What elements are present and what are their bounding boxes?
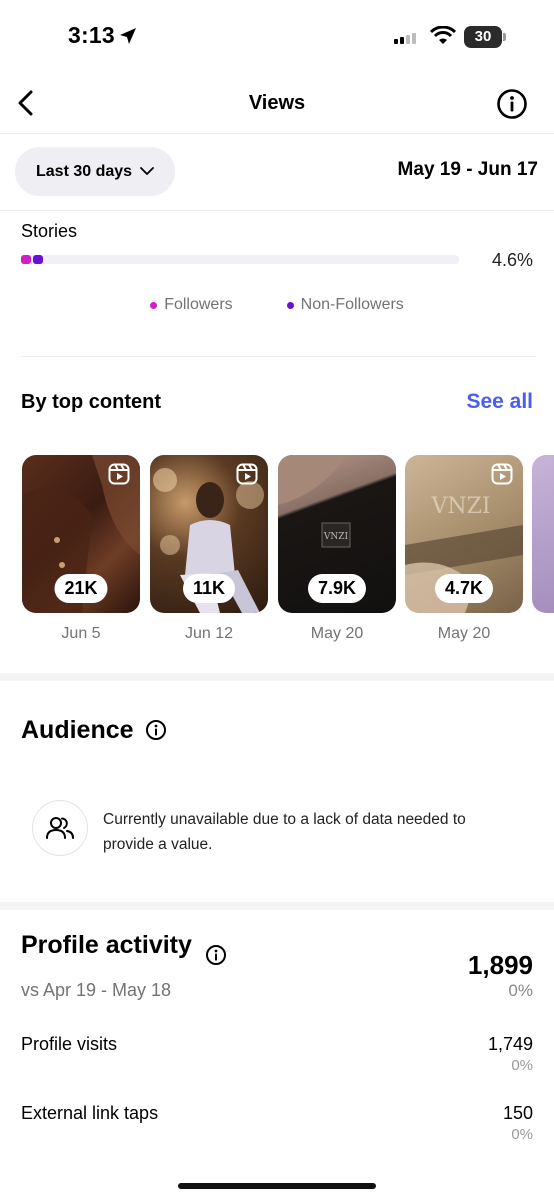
info-icon[interactable]	[205, 944, 227, 971]
date-range-dropdown[interactable]: Last 30 days	[15, 147, 175, 196]
home-indicator	[178, 1183, 376, 1189]
audience-unavailable-message: Currently unavailable due to a lack of d…	[103, 811, 466, 853]
section-separator	[0, 673, 554, 681]
followers-bar-segment	[21, 255, 31, 264]
battery-icon: 30	[464, 26, 502, 48]
stories-percent: 4.6%	[491, 250, 533, 270]
stories-bar	[21, 255, 459, 264]
metric-change-external-link-taps: 0%	[511, 1126, 533, 1143]
status-time: 3:13	[68, 22, 115, 48]
metric-value-profile-visits: 1,749	[487, 1034, 533, 1054]
legend-followers: Followers	[150, 296, 233, 314]
legend-non-followers-label: Non-Followers	[300, 296, 404, 313]
followers-dot	[150, 301, 158, 309]
non-followers-bar-segment	[32, 255, 44, 264]
content-date: Jun 5	[61, 625, 101, 642]
profile-activity-title: Profile activity	[21, 931, 192, 959]
legend: Followers Non-Followers	[0, 296, 554, 314]
date-range-label: Last 30 days	[36, 162, 133, 180]
nav-bar: Views	[0, 70, 554, 134]
views-badge: 4.7K	[434, 574, 494, 603]
views-badge: 21K	[54, 574, 108, 603]
see-all-link[interactable]: See all	[466, 390, 533, 414]
profile-activity-change: 0%	[508, 981, 533, 1000]
profile-activity-total: 1,899	[467, 950, 533, 980]
wifi-icon	[429, 25, 457, 51]
metric-label-external-link-taps: External link taps	[21, 1103, 159, 1123]
top-content-title: By top content	[21, 391, 161, 413]
content-date: May 20	[437, 625, 491, 642]
content-thumbnail[interactable]: 11K	[150, 455, 268, 613]
info-icon[interactable]	[496, 88, 528, 125]
stories-label: Stories	[21, 221, 78, 241]
content-thumbnail[interactable]: VNZI 4.7K	[405, 455, 523, 613]
svg-text:VNZI: VNZI	[430, 494, 490, 519]
non-followers-dot	[286, 301, 294, 309]
metric-change-profile-visits: 0%	[511, 1057, 533, 1074]
status-bar: 3:13 30	[0, 0, 554, 70]
cellular-signal-icon	[394, 33, 422, 52]
legend-followers-label: Followers	[164, 296, 233, 313]
reel-icon	[236, 463, 258, 490]
content-date: May 20	[310, 625, 364, 642]
views-badge: 11K	[182, 574, 236, 603]
divider	[0, 210, 554, 211]
location-arrow-icon	[118, 26, 138, 51]
chevron-down-icon	[140, 163, 154, 181]
section-separator	[0, 902, 554, 910]
content-thumbnail[interactable]: VNZI 7.9K	[278, 455, 396, 613]
people-icon	[32, 800, 88, 856]
audience-title: Audience	[21, 716, 134, 744]
content-thumbnail[interactable]: 21K	[22, 455, 140, 613]
content-date: Jun 12	[184, 625, 234, 642]
top-content-carousel[interactable]: 21K Jun 5 11K Jun 12 VNZI 7.9K May 20 VN…	[0, 455, 554, 650]
info-icon[interactable]	[145, 719, 167, 746]
reel-icon	[491, 463, 513, 490]
legend-non-followers: Non-Followers	[286, 296, 404, 314]
svg-text:VNZI: VNZI	[323, 532, 349, 542]
comparison-range: vs Apr 19 - May 18	[21, 980, 172, 1000]
content-thumbnail[interactable]	[532, 455, 554, 613]
views-badge: 7.9K	[307, 574, 367, 603]
metric-value-external-link-taps: 150	[502, 1103, 533, 1123]
reel-icon	[108, 463, 130, 490]
divider	[21, 356, 536, 357]
metric-label-profile-visits: Profile visits	[21, 1034, 118, 1054]
page-title: Views	[248, 92, 306, 114]
battery-tip	[503, 33, 506, 41]
date-range-text: May 19 - Jun 17	[397, 159, 538, 180]
